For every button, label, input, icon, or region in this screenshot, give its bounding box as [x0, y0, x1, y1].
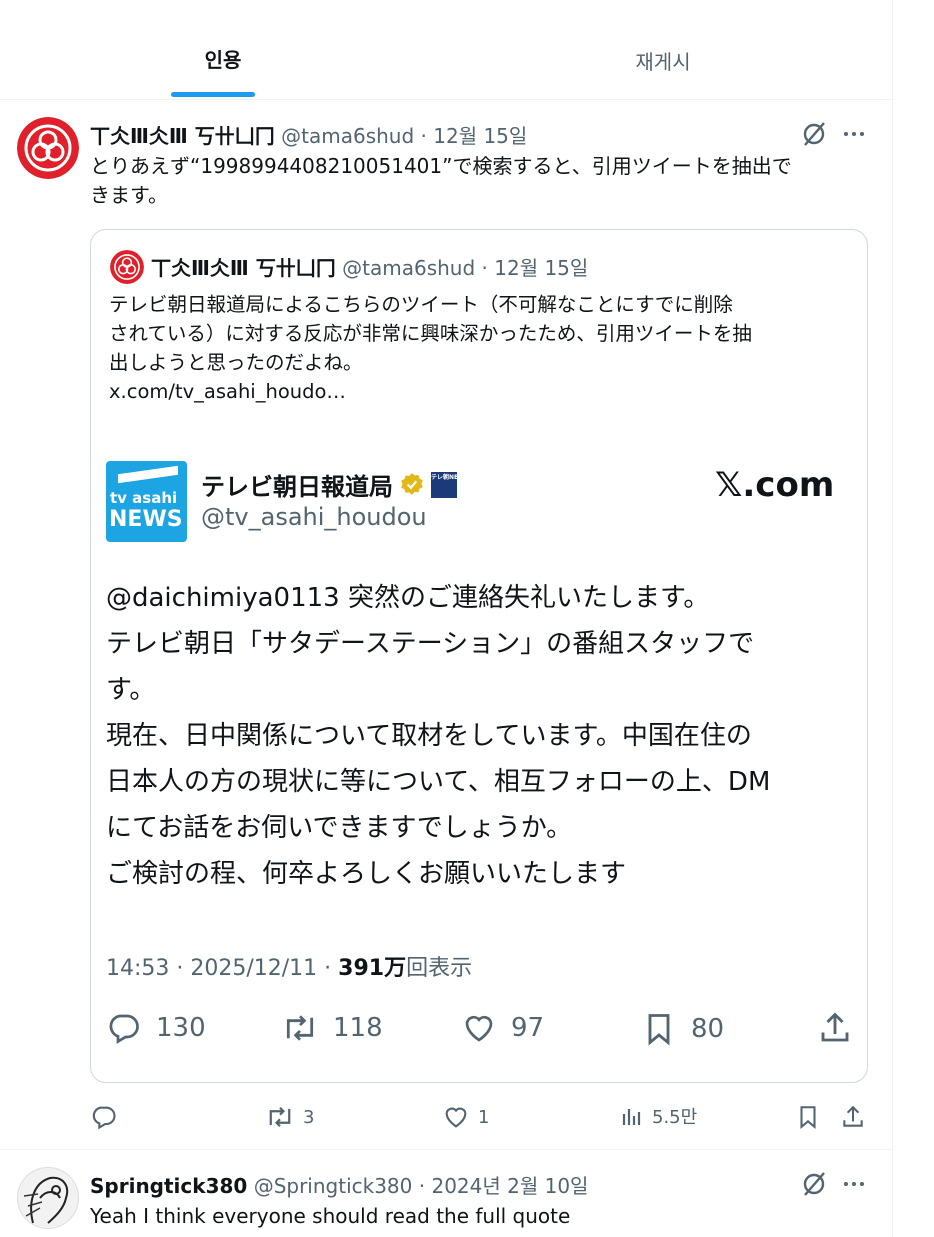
share-button[interactable]: [840, 1103, 866, 1131]
quoted-text-line: テレビ朝日報道局によるこちらのツイート（不可解なことにすでに削除: [109, 293, 733, 316]
views-icon: [622, 1109, 641, 1125]
quoted-text-line: 出しようと思ったのだよね。: [109, 351, 363, 374]
bookmark-icon: [800, 1106, 816, 1129]
repost-icon: [269, 1106, 291, 1128]
more-icon[interactable]: [840, 120, 868, 148]
post-text-line: きます。: [90, 183, 168, 207]
avatar[interactable]: [17, 1167, 79, 1229]
embedded-body: @daichimiya0113 突然のご連絡失礼いたします。 テレビ朝日「サタデ…: [106, 575, 856, 897]
share-icon: [843, 1105, 863, 1127]
quoted-date: 12월 15일: [494, 256, 589, 280]
logo-text-bottom: NEWS: [109, 507, 183, 532]
embedded-body-line: 日本人の方の現状に等について、相互フォローの上、DM: [106, 767, 771, 797]
views-count: 5.5만: [652, 1107, 698, 1128]
repost-icon: [286, 1015, 314, 1041]
active-tab-indicator: [171, 92, 255, 97]
embedded-like: 97: [461, 1010, 544, 1046]
views-button[interactable]: 5.5만: [620, 1103, 697, 1129]
sketch-avatar-icon: [23, 1176, 69, 1224]
like-icon: [445, 1107, 467, 1128]
tab-quotes[interactable]: 인용: [0, 0, 446, 99]
verified-icon: [399, 472, 425, 498]
quoted-post-card[interactable]: 丅仌Ⅲ仌Ⅲ 丂卄凵冂 @tama6shud · 12월 15일 テレビ朝日報道局…: [90, 229, 868, 1083]
embedded-body-line: @daichimiya0113 突然のご連絡失礼いたします。: [106, 583, 710, 613]
quote-post[interactable]: Springtick380 @Springtick380 · 2024년 2월 …: [0, 1150, 892, 1237]
embedded-body-line: す。: [106, 675, 156, 705]
repost-button[interactable]: 3: [265, 1103, 314, 1131]
tab-quotes-label: 인용: [204, 48, 242, 72]
handle[interactable]: @tama6shud: [281, 124, 414, 148]
timeline-column: 인용 재게시 丅仌Ⅲ仌Ⅲ 丂卄凵冂 @tama6shud · 12월 15일 と…: [0, 0, 893, 1237]
reply-icon: [92, 1106, 116, 1130]
embedded-reply: 130: [106, 1010, 206, 1046]
tab-reposts-label: 재게시: [635, 50, 691, 74]
display-name[interactable]: Springtick380: [90, 1174, 247, 1198]
more-icon[interactable]: [840, 1170, 868, 1198]
embedded-reply-count: 130: [156, 1013, 206, 1043]
crest-avatar-icon: [110, 250, 144, 284]
crest-avatar-icon: [17, 117, 79, 179]
embedded-repost-count: 118: [333, 1013, 383, 1043]
quoted-text-line: されている）に対する反応が非常に興味深かったため、引用ツイートを抽: [109, 322, 752, 345]
embedded-timestamp: 14:53 · 2025/12/11 · 391万回表示: [106, 950, 472, 982]
embedded-views-suffix: 回表示: [406, 956, 473, 981]
quoted-avatar: [110, 250, 144, 284]
embedded-body-line: 現在、日中関係について取材をしています。中国在住の: [106, 721, 752, 751]
quoted-display-name: 丅仌Ⅲ仌Ⅲ 丂卄凵冂: [151, 256, 336, 280]
separator: ·: [481, 256, 488, 280]
embedded-views: 391万: [338, 956, 407, 981]
logo-text-top: tv asahi: [110, 489, 178, 507]
embedded-repost: 118: [281, 1010, 383, 1046]
like-count: 1: [478, 1106, 490, 1128]
logo-stripe: [118, 465, 178, 484]
bookmark-button[interactable]: [795, 1103, 821, 1131]
post-text: とりあえず“1998994408210051401”で検索すると、引用ツイートを…: [90, 152, 870, 210]
post-date[interactable]: 12월 15일: [433, 124, 527, 148]
separator: ·: [418, 1174, 426, 1198]
embedded-handle: @tv_asahi_houdou: [201, 503, 427, 531]
embedded-screenshot[interactable]: tv asahi NEWS テレビ朝日報道局 テレ朝NEWS @tv_asahi…: [91, 445, 867, 1075]
avatar[interactable]: [17, 117, 79, 179]
reply-icon: [109, 1014, 139, 1044]
embedded-body-line: にてお話をお伺いできますでしょうか。: [106, 813, 573, 843]
post-date[interactable]: 2024년 2월 10일: [431, 1174, 588, 1198]
affiliate-badge: テレ朝NEWS: [431, 471, 457, 498]
embedded-share: [817, 1010, 853, 1046]
quoted-header: 丅仌Ⅲ仌Ⅲ 丂卄凵冂 @tama6shud · 12월 15일: [151, 252, 588, 281]
quoted-link[interactable]: x.com/tv_asahi_houdo…: [109, 377, 859, 406]
embedded-time: 14:53 · 2025/12/11 ·: [106, 956, 339, 981]
embedded-body-line: ご検討の程、何卒よろしくお願いいたします: [106, 859, 627, 889]
repost-count: 3: [303, 1106, 315, 1128]
display-name[interactable]: 丅仌Ⅲ仌Ⅲ 丂卄凵冂: [90, 124, 275, 148]
post-header: Springtick380 @Springtick380 · 2024년 2월 …: [90, 1170, 588, 1199]
tv-asahi-logo: tv asahi NEWS: [106, 461, 187, 542]
separator: ·: [420, 124, 427, 148]
embedded-like-count: 97: [511, 1013, 545, 1043]
like-button[interactable]: 1: [442, 1103, 489, 1131]
embedded-bookmark: 80: [641, 1010, 724, 1048]
embedded-name-row: テレビ朝日報道局 テレ朝NEWS: [201, 467, 457, 502]
embedded-body-line: テレビ朝日「サタデーステーション」の番組スタッフで: [106, 629, 755, 659]
embedded-account-name: テレビ朝日報道局: [201, 473, 393, 501]
post-text-line: とりあえず“1998994408210051401”で検索すると、引用ツイートを…: [90, 154, 792, 178]
tab-reposts[interactable]: 재게시: [440, 0, 886, 99]
grok-icon[interactable]: [800, 1170, 828, 1198]
share-icon: [821, 1012, 849, 1042]
tab-bar: 인용 재게시: [0, 0, 892, 100]
post-header: 丅仌Ⅲ仌Ⅲ 丂卄凵冂 @tama6shud · 12월 15일: [90, 120, 527, 149]
like-icon: [465, 1015, 493, 1042]
bookmark-icon: [648, 1014, 670, 1046]
grok-icon[interactable]: [800, 120, 828, 148]
embedded-bookmark-count: 80: [691, 1014, 725, 1044]
quoted-handle: @tama6shud: [342, 256, 476, 280]
handle[interactable]: @Springtick380: [254, 1174, 413, 1198]
x-com-label: 𝕏.com: [715, 465, 835, 505]
post-text: Yeah I think everyone should read the fu…: [90, 1204, 571, 1228]
quote-post[interactable]: 丅仌Ⅲ仌Ⅲ 丂卄凵冂 @tama6shud · 12월 15일 とりあえず“19…: [0, 100, 892, 1150]
reply-button[interactable]: [90, 1103, 126, 1131]
quoted-text: テレビ朝日報道局によるこちらのツイート（不可解なことにすでに削除 されている）に…: [109, 290, 859, 406]
